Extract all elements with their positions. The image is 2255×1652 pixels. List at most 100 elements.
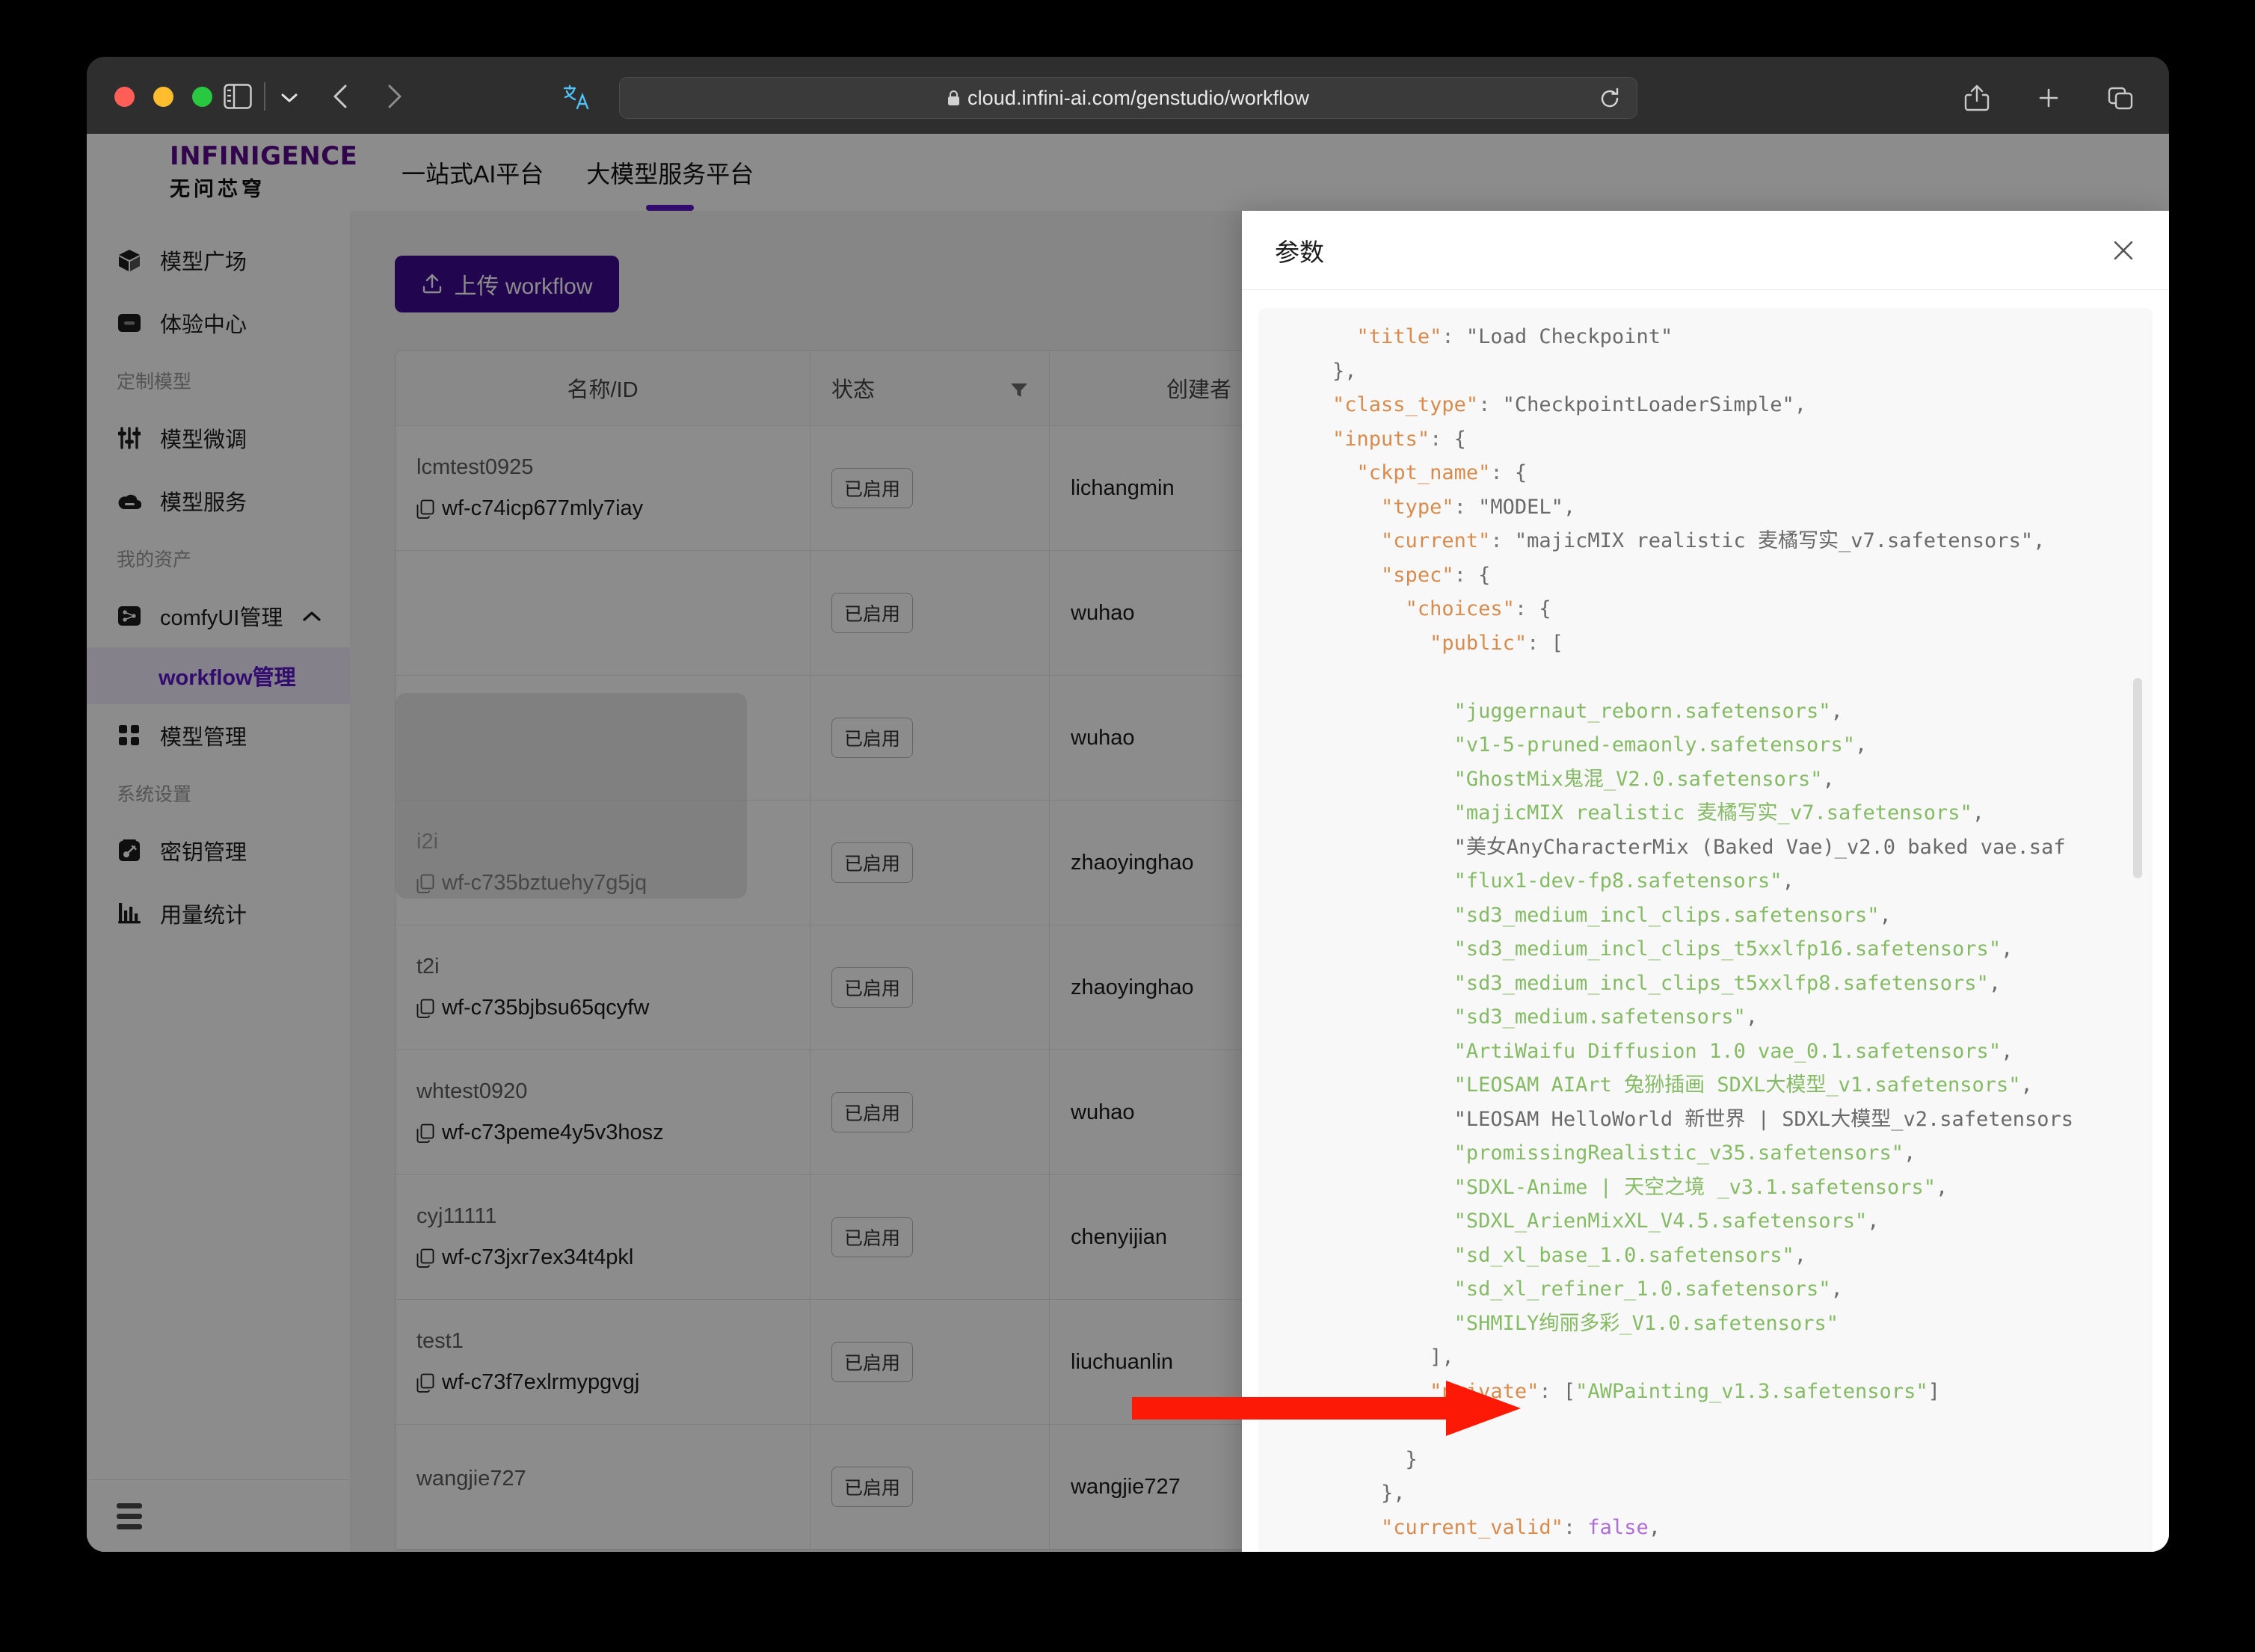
sidebar-item-label: 体验中心 bbox=[160, 313, 247, 337]
back-arrow-icon[interactable] bbox=[330, 84, 352, 109]
status-badge: 已启用 bbox=[831, 718, 914, 758]
status-badge: 已启用 bbox=[831, 593, 914, 633]
sidebar-item-model-plaza[interactable]: 模型广场 bbox=[87, 229, 350, 292]
browser-titlebar: cloud.infini-ai.com/genstudio/workflow bbox=[87, 57, 2169, 134]
filter-icon[interactable] bbox=[1010, 380, 1028, 397]
sidebar-item-label: 模型管理 bbox=[160, 726, 247, 750]
cell-status: 已启用 bbox=[810, 1425, 1050, 1549]
json-code-text: "title": "Load Checkpoint" }, "class_typ… bbox=[1332, 325, 2074, 1552]
sidebar-item-usage-statistics[interactable]: 用量统计 bbox=[87, 882, 350, 945]
sidebar-item-label: 用量统计 bbox=[160, 904, 247, 928]
minus-box-icon bbox=[117, 310, 142, 336]
window-traffic-lights bbox=[114, 87, 212, 107]
json-scrollbar[interactable] bbox=[2133, 678, 2142, 878]
copy-icon[interactable] bbox=[416, 499, 434, 519]
site-header: INFINIGENCE 无问芯穹 一站式AI平台 大模型服务平台 bbox=[87, 134, 2169, 211]
cell-name: whtest0920 wf-c73peme4y5v3hosz bbox=[396, 1050, 810, 1174]
plus-icon[interactable] bbox=[2035, 84, 2062, 112]
sidebar-group-my-assets: 我的资产 bbox=[117, 549, 192, 570]
share-icon[interactable] bbox=[1963, 84, 1990, 112]
column-header-status: 状态 bbox=[810, 351, 1050, 425]
sidebar-item-label: 密钥管理 bbox=[160, 841, 247, 865]
cell-status: 已启用 bbox=[810, 1050, 1050, 1174]
cube-icon bbox=[117, 247, 142, 273]
url-bar[interactable]: cloud.infini-ai.com/genstudio/workflow bbox=[619, 77, 1637, 119]
workflow-id[interactable]: wf-c74icp677mly7iay bbox=[416, 496, 789, 521]
close-icon[interactable] bbox=[2111, 238, 2136, 263]
workflow-id[interactable]: wf-c73f7exlrmypgvgj bbox=[416, 1370, 789, 1395]
sidebar-group-custom-model: 定制模型 bbox=[117, 372, 192, 392]
cell-status: 已启用 bbox=[810, 801, 1050, 925]
copy-icon[interactable] bbox=[416, 999, 434, 1018]
browser-window: cloud.infini-ai.com/genstudio/workflow I… bbox=[87, 57, 2169, 1552]
key-icon bbox=[117, 838, 142, 863]
cell-name: cyj11111 wf-c73jxr7ex34t4pkl bbox=[396, 1175, 810, 1299]
sidebar-collapse-bar[interactable] bbox=[87, 1479, 380, 1552]
url-text: cloud.infini-ai.com/genstudio/workflow bbox=[967, 86, 1309, 109]
sidebar-subitem-label: workflow管理 bbox=[159, 666, 296, 690]
chevron-up-icon[interactable] bbox=[302, 604, 322, 629]
cell-name: t2i wf-c735bjbsu65qcyfw bbox=[396, 925, 810, 1050]
logo-wordmark: INFINIGENCE bbox=[170, 141, 358, 171]
sidebar-item-experience-center[interactable]: 体验中心 bbox=[87, 292, 350, 354]
upload-icon bbox=[421, 273, 443, 295]
copy-icon[interactable] bbox=[416, 1373, 434, 1393]
cloud-icon bbox=[117, 488, 142, 514]
drawer-body: "title": "Load Checkpoint" }, "class_typ… bbox=[1242, 290, 2169, 1552]
hamburger-icon[interactable] bbox=[117, 1502, 142, 1529]
drawer-header: 参数 bbox=[1242, 211, 2169, 290]
workflow-id-text: wf-c735bjbsu65qcyfw bbox=[442, 996, 650, 1020]
close-window-button[interactable] bbox=[114, 87, 135, 107]
lock-icon bbox=[947, 90, 960, 106]
sidebar-item-label: 模型广场 bbox=[160, 250, 247, 274]
sidebar-item-label: 模型服务 bbox=[160, 491, 247, 515]
tab-llm-service-platform[interactable]: 大模型服务平台 bbox=[586, 134, 754, 211]
workflow-id[interactable]: wf-c73peme4y5v3hosz bbox=[416, 1121, 789, 1145]
workflow-id-text: wf-c73peme4y5v3hosz bbox=[442, 1121, 664, 1144]
workflow-name: wangjie727 bbox=[416, 1466, 526, 1491]
row-hover-overlay bbox=[396, 693, 747, 899]
sidebar-item-workflow-management[interactable]: workflow管理 bbox=[87, 647, 350, 704]
copy-icon[interactable] bbox=[416, 1248, 434, 1268]
cell-name bbox=[396, 551, 810, 675]
bar-chart-icon bbox=[117, 901, 142, 926]
workflow-id[interactable]: wf-c73jxr7ex34t4pkl bbox=[416, 1245, 789, 1270]
workflow-id-text: wf-c73f7exlrmypgvgj bbox=[442, 1370, 640, 1394]
forward-arrow-icon[interactable] bbox=[383, 84, 405, 109]
sidebar: 模型广场 体验中心 定制模型 模型微调 模型服务 我的资产 comfyUI管理 … bbox=[87, 211, 380, 1552]
workflow-name: cyj11111 bbox=[416, 1204, 497, 1228]
tab-one-stop-ai-platform[interactable]: 一站式AI平台 bbox=[402, 134, 544, 211]
sidebar-item-label: comfyUI管理 bbox=[160, 606, 283, 630]
minimize-window-button[interactable] bbox=[153, 87, 173, 107]
workflow-id[interactable]: wf-c735bjbsu65qcyfw bbox=[416, 996, 789, 1020]
status-badge: 已启用 bbox=[831, 1092, 914, 1132]
status-badge: 已启用 bbox=[831, 468, 914, 508]
upload-button-label: 上传 workflow bbox=[454, 274, 593, 299]
column-header-status-label: 状态 bbox=[831, 378, 876, 402]
site-logo[interactable]: INFINIGENCE 无问芯穹 bbox=[170, 141, 358, 202]
chevron-down-icon[interactable] bbox=[280, 91, 299, 105]
cell-status: 已启用 bbox=[810, 551, 1050, 675]
browser-toolbar-right bbox=[1963, 84, 2134, 112]
cell-status: 已启用 bbox=[810, 1300, 1050, 1424]
sidebar-item-model-management[interactable]: 模型管理 bbox=[87, 704, 350, 767]
copy-icon[interactable] bbox=[416, 1124, 434, 1143]
annotation-arrow bbox=[1132, 1381, 1521, 1436]
status-badge: 已启用 bbox=[831, 1217, 914, 1257]
status-badge: 已启用 bbox=[831, 1342, 914, 1382]
workflow-id-text: wf-c73jxr7ex34t4pkl bbox=[442, 1245, 634, 1269]
maximize-window-button[interactable] bbox=[192, 87, 212, 107]
web-page: INFINIGENCE 无问芯穹 一站式AI平台 大模型服务平台 模型广场 体验… bbox=[87, 134, 2169, 1552]
sidebar-item-model-finetune[interactable]: 模型微调 bbox=[87, 407, 350, 469]
tab-overview-icon[interactable] bbox=[2107, 84, 2134, 112]
reload-icon[interactable] bbox=[1599, 87, 1620, 110]
translate-icon[interactable] bbox=[562, 84, 591, 111]
upload-workflow-button[interactable]: 上传 workflow bbox=[395, 256, 619, 312]
json-viewer[interactable]: "title": "Load Checkpoint" }, "class_typ… bbox=[1258, 308, 2153, 1552]
sidebar-item-model-service[interactable]: 模型服务 bbox=[87, 469, 350, 532]
sidebar-item-key-management[interactable]: 密钥管理 bbox=[87, 819, 350, 882]
workflow-id-text: wf-c74icp677mly7iay bbox=[442, 496, 644, 520]
sidebar-toggle-icon[interactable] bbox=[224, 84, 252, 109]
sidebar-item-comfyui-management[interactable]: comfyUI管理 bbox=[87, 585, 350, 647]
drawer-title: 参数 bbox=[1275, 238, 1324, 266]
